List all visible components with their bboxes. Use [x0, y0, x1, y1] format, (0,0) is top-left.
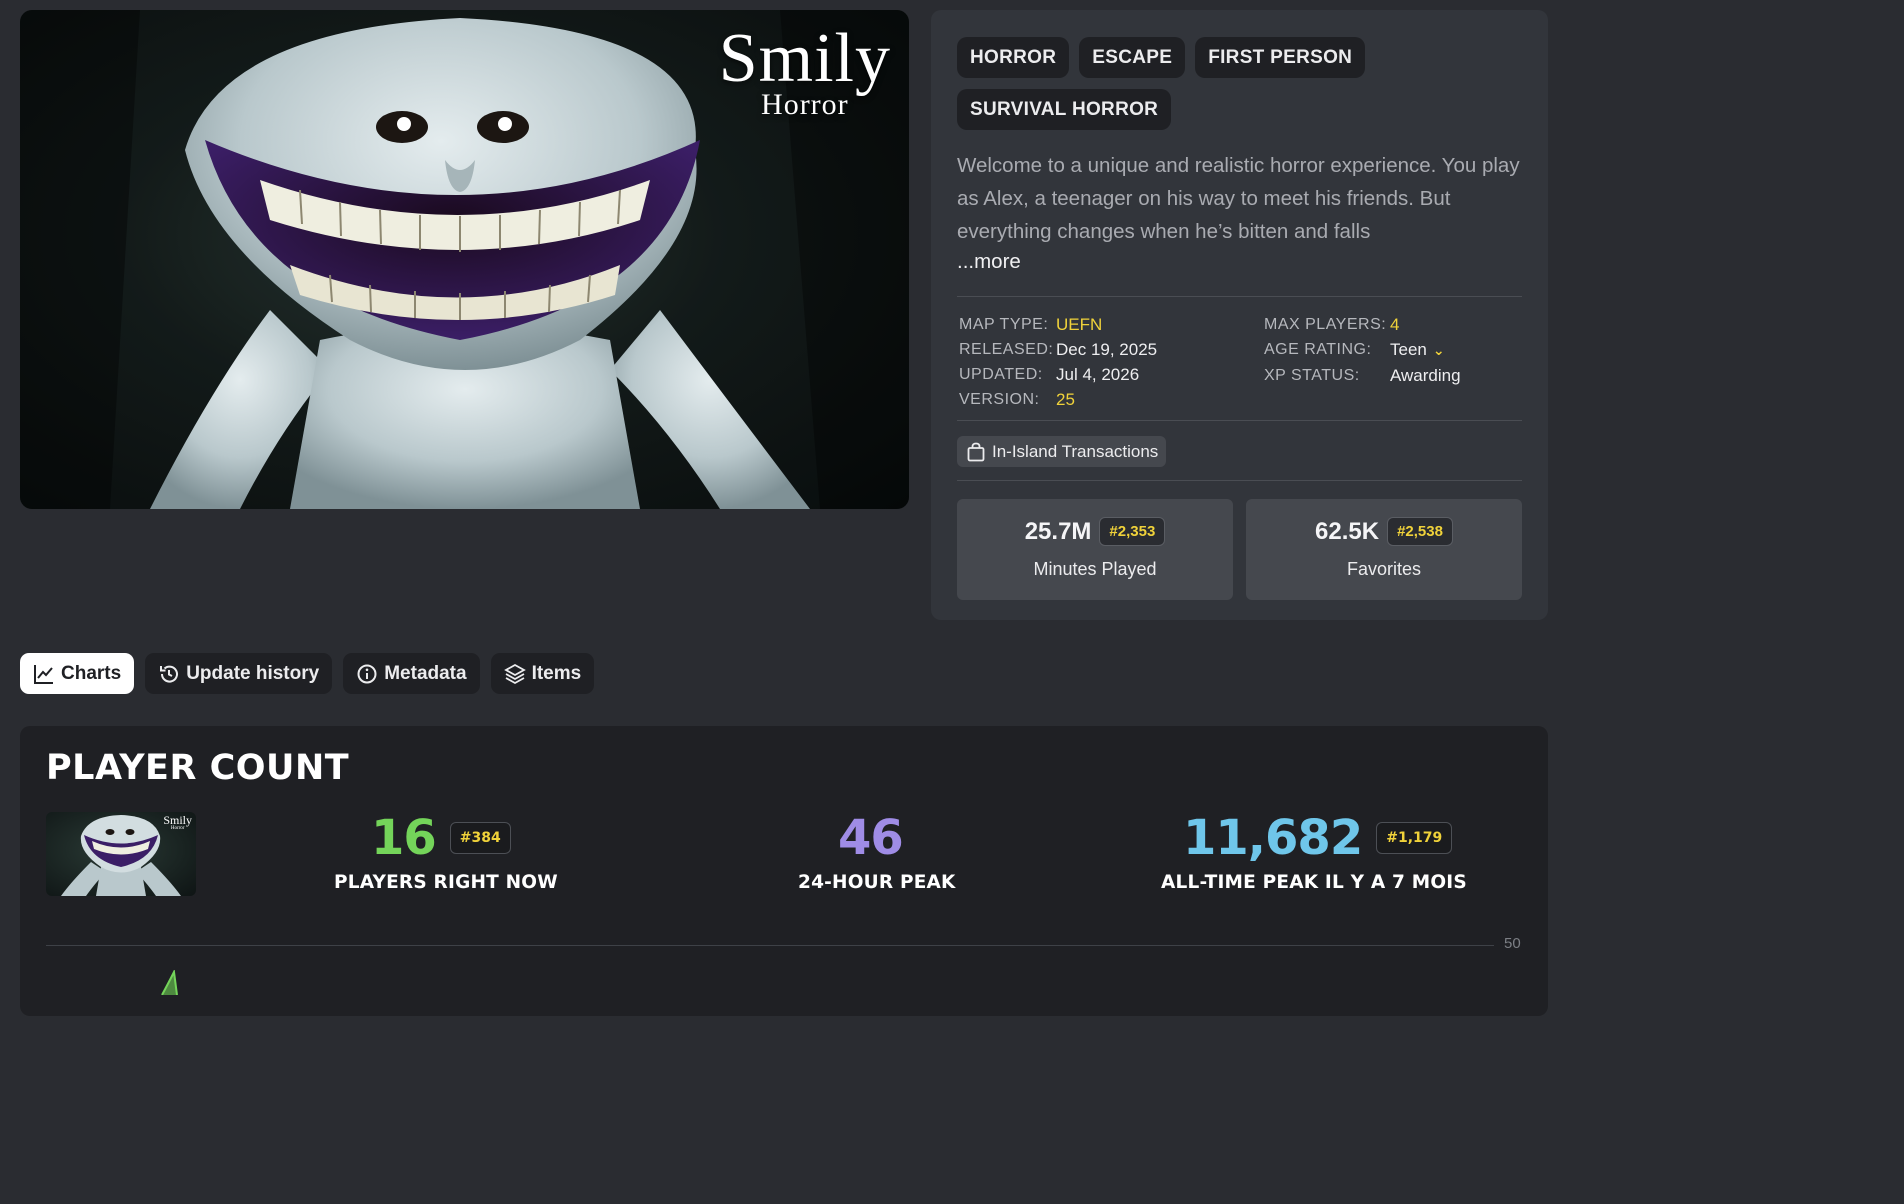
- tab-bar: Charts Update history Metadata Items: [20, 653, 595, 694]
- age-rating-value[interactable]: Teen ⌄: [1390, 337, 1445, 363]
- more-link[interactable]: ...more: [957, 250, 1021, 274]
- favorites-label: Favorites: [1346, 559, 1422, 579]
- hero-image: Smily Horror: [20, 10, 909, 509]
- tab-metadata[interactable]: Metadata: [343, 653, 480, 694]
- minutes-played-label: Minutes Played: [1033, 559, 1157, 579]
- meta-right: MAX PLAYERS: 4 AGE RATING: Teen ⌄ XP STATUS…: [1264, 312, 1461, 388]
- meta-key: MAP TYPE:: [959, 316, 1049, 333]
- transactions-label: In-Island Transactions: [992, 441, 1159, 461]
- meta-key: XP STATUS:: [1264, 367, 1360, 384]
- meta-key: UPDATED:: [959, 366, 1043, 383]
- meta-left: MAP TYPE: UEFN RELEASED: Dec 19, 2025 UPDA…: [959, 312, 1157, 412]
- max-players-value: 4: [1390, 315, 1400, 334]
- all-time-peak-stat: 11,682 #1,179: [1183, 810, 1453, 866]
- peak-24h-stat: 46: [838, 810, 904, 866]
- minutes-played-rank: #2,353: [1099, 517, 1166, 546]
- thumbnail-logo: Smily Horror: [163, 813, 192, 831]
- divider: [957, 480, 1522, 481]
- tab-items[interactable]: Items: [490, 653, 595, 694]
- layers-icon: [503, 663, 526, 684]
- tab-label: Charts: [61, 662, 122, 684]
- minutes-played-card: 25.7M #2,353 Minutes Played: [957, 499, 1233, 600]
- peak-24h-label: 24-HOUR PEAK: [798, 872, 956, 893]
- xp-status-value: Awarding: [1390, 366, 1461, 385]
- shopping-bag-icon: [967, 442, 985, 461]
- tag-escape[interactable]: ESCAPE: [1079, 37, 1186, 78]
- section-title: PLAYER COUNT: [46, 748, 350, 788]
- meta-key: MAX PLAYERS:: [1264, 316, 1387, 333]
- meta-key: RELEASED:: [959, 341, 1054, 358]
- players-now-value: 16: [371, 810, 437, 866]
- players-now-stat: 16 #384: [371, 810, 511, 866]
- tag-survival-horror[interactable]: SURVIVAL HORROR: [957, 89, 1172, 130]
- tab-label: Metadata: [384, 662, 467, 684]
- chart-axis-label: 50: [1504, 935, 1521, 952]
- chart-line: [161, 970, 178, 995]
- info-panel: HORROR ESCAPE FIRST PERSON SURVIVAL HORR…: [931, 10, 1548, 620]
- players-now-label: PLAYERS RIGHT NOW: [334, 872, 558, 893]
- age-rating-text: Teen: [1390, 340, 1427, 359]
- game-thumbnail: Smily Horror: [46, 812, 196, 896]
- tag-horror[interactable]: HORROR: [957, 37, 1070, 78]
- all-time-peak-value: 11,682: [1183, 810, 1363, 866]
- divider: [957, 296, 1522, 297]
- minutes-played-value: 25.7M: [1024, 517, 1092, 545]
- tag-first-person[interactable]: FIRST PERSON: [1195, 37, 1366, 78]
- updated-value: Jul 4, 2026: [1056, 365, 1140, 384]
- divider: [957, 420, 1522, 421]
- tag-list: HORROR ESCAPE FIRST PERSON SURVIVAL HORR…: [957, 37, 1527, 130]
- chevron-down-icon: ⌄: [1432, 342, 1445, 358]
- description: Welcome to a unique and realistic horror…: [957, 154, 1520, 243]
- released-value: Dec 19, 2025: [1056, 340, 1158, 359]
- line-chart-icon: [34, 664, 53, 684]
- tab-charts[interactable]: Charts: [20, 653, 135, 694]
- peak-24h-value: 46: [838, 810, 904, 866]
- version-value: 25: [1056, 390, 1075, 409]
- player-count-section: PLAYER COUNT Smily Horror 16 #384 PLAYER…: [20, 726, 1548, 1016]
- tab-label: Items: [531, 662, 582, 684]
- meta-key: AGE RATING:: [1264, 341, 1372, 358]
- chart-gridline: [46, 945, 1494, 946]
- all-time-peak-label: ALL-TIME PEAK IL Y A 7 MOIS: [1161, 872, 1467, 893]
- all-time-peak-rank: #1,179: [1376, 822, 1453, 854]
- tab-label: Update history: [186, 662, 320, 684]
- favorites-value: 62.5K: [1315, 517, 1380, 545]
- favorites-rank: #2,538: [1387, 517, 1453, 546]
- map-type-value: UEFN: [1056, 315, 1103, 334]
- game-logo: Smily Horror: [718, 20, 891, 121]
- meta-key: VERSION:: [959, 391, 1040, 408]
- tab-update-history[interactable]: Update history: [145, 653, 333, 694]
- history-icon: [160, 665, 179, 683]
- info-icon: [357, 664, 377, 683]
- favorites-card: 62.5K #2,538 Favorites: [1246, 499, 1522, 600]
- players-now-rank: #384: [449, 822, 511, 854]
- in-island-transactions-badge: In-Island Transactions: [957, 436, 1167, 467]
